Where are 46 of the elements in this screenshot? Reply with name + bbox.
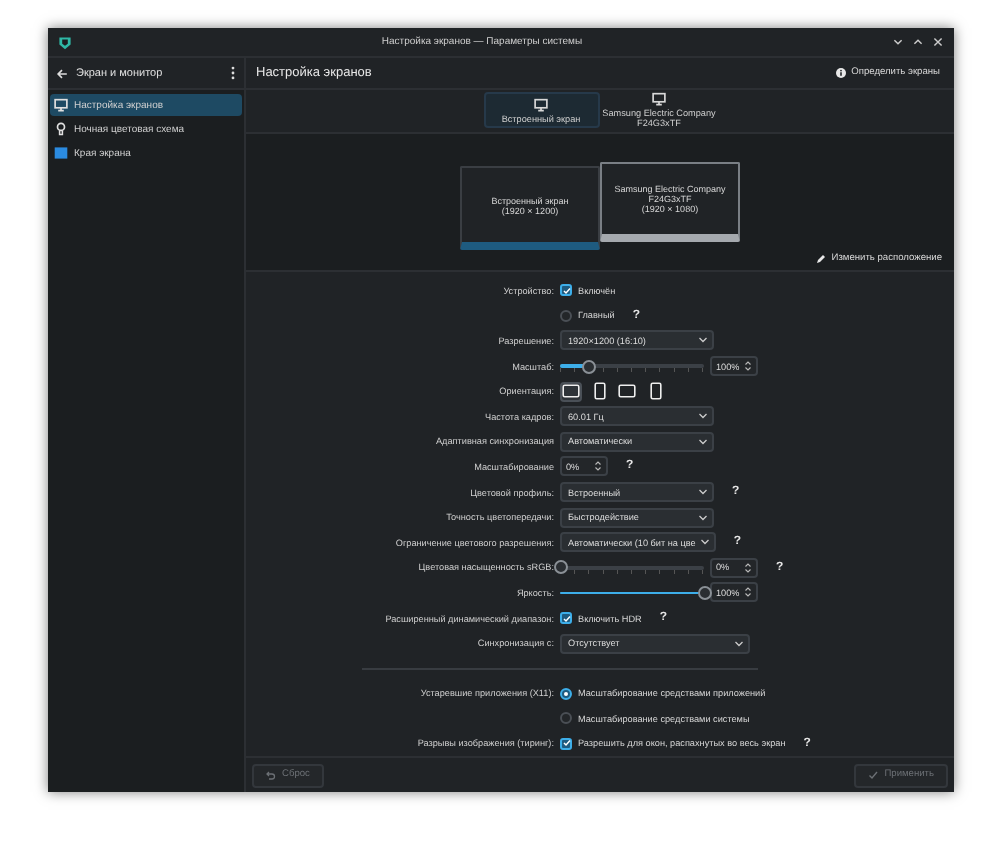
monitor-icon — [534, 97, 548, 111]
dropdown-caret-icon — [698, 336, 708, 345]
check-icon — [561, 285, 571, 296]
check-icon — [868, 770, 879, 780]
orientation-button[interactable] — [616, 381, 638, 402]
checkbox[interactable] — [560, 612, 572, 625]
radio-button[interactable] — [560, 309, 572, 322]
checkbox[interactable] — [560, 737, 572, 750]
orientation-button[interactable] — [560, 381, 582, 402]
radio-button[interactable] — [560, 687, 572, 700]
dropdown-caret-icon — [699, 538, 710, 547]
orientation-button[interactable] — [588, 381, 610, 402]
slider-handle[interactable] — [697, 585, 711, 600]
slider-handle[interactable] — [581, 359, 596, 374]
close-icon[interactable] — [932, 36, 944, 48]
slider-handle[interactable] — [553, 560, 567, 575]
dropdown-caret-icon — [698, 437, 708, 446]
maximize-icon[interactable] — [912, 36, 924, 48]
check-icon — [561, 738, 571, 749]
dropdown-caret-icon — [734, 639, 744, 648]
checkbox[interactable] — [560, 284, 572, 297]
check-icon — [561, 613, 571, 624]
info-icon — [835, 68, 846, 78]
reset-icon — [266, 770, 276, 780]
radio-button[interactable] — [560, 712, 572, 725]
dropdown-caret-icon — [698, 513, 708, 522]
lamp-icon — [54, 122, 68, 136]
spin-arrows-icon[interactable] — [744, 561, 752, 574]
spin-arrows-icon[interactable] — [744, 360, 752, 373]
dropdown-caret-icon — [698, 412, 708, 421]
orientation-button[interactable] — [644, 381, 666, 402]
portrait-screen-icon — [593, 382, 605, 401]
landscape-screen-icon — [618, 384, 636, 399]
app-logo-icon — [58, 35, 72, 49]
minimize-icon[interactable] — [892, 36, 904, 48]
dropdown-caret-icon — [698, 488, 708, 497]
monitor-icon — [652, 92, 666, 106]
kebab-menu-icon[interactable] — [230, 66, 236, 80]
spin-arrows-icon[interactable] — [594, 460, 602, 473]
spin-arrows-icon[interactable] — [744, 586, 752, 599]
pencil-icon — [815, 254, 826, 264]
portrait-screen-icon — [649, 382, 661, 401]
back-arrow-icon[interactable] — [56, 67, 68, 79]
screen-edges-icon — [54, 146, 68, 160]
landscape-screen-icon — [562, 384, 580, 399]
monitor-icon — [54, 98, 68, 112]
